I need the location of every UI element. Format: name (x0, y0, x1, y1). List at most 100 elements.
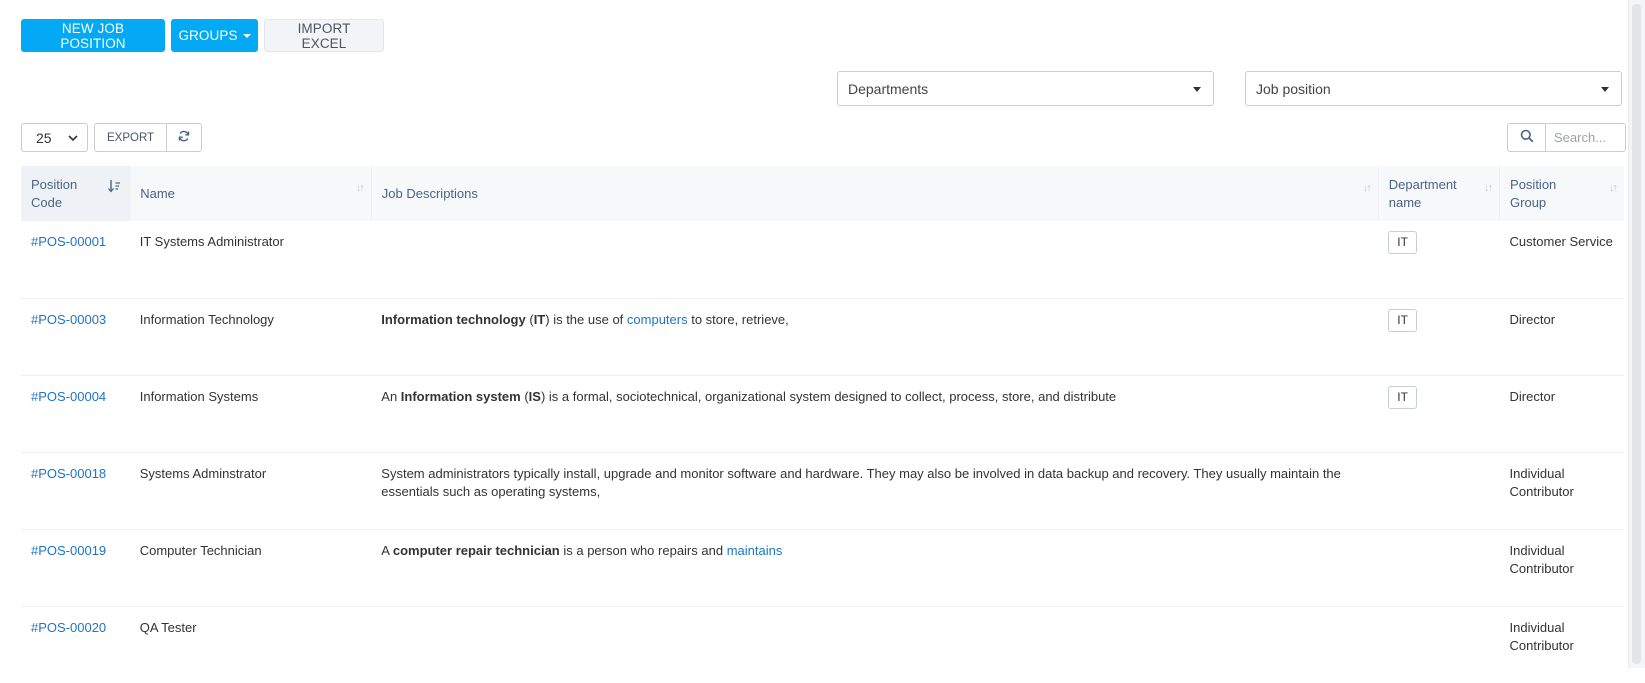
table-row: #POS-00004 Information Systems An Informat… (21, 375, 1624, 452)
position-code-link[interactable]: #POS-00004 (21, 375, 130, 452)
sort-icon: ↓↑ (1484, 182, 1493, 194)
job-description: System administrators typically install,… (371, 452, 1378, 529)
description-link[interactable]: computers (627, 312, 688, 327)
export-button-group: EXPORT (94, 123, 203, 152)
description-text: System administrators typically install,… (381, 465, 1341, 499)
column-header-label: Job Descriptions (381, 185, 478, 201)
groups-dropdown-button[interactable]: GROUPS (171, 19, 258, 52)
department-cell: IT (1378, 298, 1499, 375)
import-excel-button[interactable]: IMPORT EXCEL (264, 19, 384, 52)
page-size-value: 25 (36, 129, 52, 146)
job-description: Information technology (IT) is the use o… (371, 298, 1378, 375)
groups-label: GROUPS (178, 28, 238, 43)
department-cell (1378, 452, 1499, 529)
description-bold-text: computer repair technician (392, 542, 560, 558)
scrollbar-thumb[interactable] (1632, 4, 1641, 664)
department-badge: IT (1388, 308, 1417, 332)
description-text: is a person who repairs and (559, 542, 727, 558)
position-code-link[interactable]: #POS-00019 (21, 529, 130, 606)
department-badge: IT (1388, 385, 1417, 409)
caret-down-icon (242, 33, 251, 38)
description-text: An (381, 388, 401, 404)
export-label: EXPORT (107, 131, 155, 144)
column-header-job-descriptions[interactable]: Job Descriptions ↓↑ (371, 166, 1379, 221)
departments-select-label: Departments (848, 80, 929, 97)
position-group: Director (1509, 388, 1556, 404)
job-description (371, 606, 1378, 683)
page-scrollbar[interactable] (1628, 0, 1645, 668)
refresh-button[interactable] (167, 123, 203, 152)
column-header-label: Position Group (1510, 176, 1557, 210)
column-header-department-name[interactable]: Department name ↓↑ (1378, 166, 1501, 221)
chevron-down-icon (68, 133, 78, 146)
position-code-link[interactable]: #POS-00018 (21, 452, 130, 529)
top-actions: NEW JOB POSITION GROUPS IMPORT EXCEL (21, 19, 384, 52)
sort-ascending-icon (108, 179, 121, 199)
description-bold-text: IT (533, 311, 546, 327)
table-controls: 25 EXPORT (21, 123, 203, 152)
table-row: #POS-00018 Systems Adminstrator System adm… (21, 452, 1624, 529)
description-text: to store, retrieve, (687, 311, 789, 327)
job-description (371, 221, 1378, 298)
table-row: #POS-00001 IT Systems Administrator IT Cust… (21, 221, 1624, 298)
description-text: ) is a formal, sociotechnical, organizat… (540, 388, 1117, 404)
sort-icon: ↓↑ (355, 182, 365, 194)
position-name: Computer Technician (139, 542, 262, 558)
position-group: Individual Contributor (1509, 619, 1574, 653)
search-icon-button[interactable] (1507, 123, 1546, 152)
column-header-label: Name (140, 185, 175, 201)
job-position-select-label: Job position (1256, 80, 1331, 97)
table-header-row: Position Code Name ↓↑ Job Descriptions ↓… (21, 166, 1624, 221)
department-cell (1378, 529, 1499, 606)
table-row: #POS-00020 QA Tester Individual Contributo… (21, 606, 1624, 683)
caret-down-icon (1601, 87, 1609, 92)
department-badge: IT (1388, 231, 1417, 254)
description-bold-text: IS (528, 388, 541, 404)
column-header-label: Position Code (31, 176, 78, 210)
position-code-link[interactable]: #POS-00020 (21, 606, 130, 683)
position-name: Information Systems (139, 388, 259, 404)
position-group: Individual Contributor (1509, 542, 1574, 576)
department-cell (1378, 606, 1499, 683)
caret-down-icon (1193, 87, 1201, 92)
sort-icon: ↓↑ (1609, 182, 1618, 194)
description-text: ) is the use of (545, 311, 627, 327)
job-description: An Information system (IS) is a formal, … (371, 375, 1378, 452)
new-job-position-label: NEW JOB POSITION (60, 20, 126, 51)
position-name: IT Systems Administrator (139, 234, 284, 249)
job-description: A computer repair technician is a person… (371, 529, 1378, 606)
position-name: QA Tester (139, 619, 197, 635)
new-job-position-button[interactable]: NEW JOB POSITION (21, 19, 165, 52)
job-positions-table: Position Code Name ↓↑ Job Descriptions ↓… (21, 166, 1624, 683)
column-header-position-code[interactable]: Position Code (21, 166, 131, 221)
departments-select[interactable]: Departments (837, 71, 1214, 106)
export-button[interactable]: EXPORT (94, 123, 168, 152)
table-search (1507, 123, 1626, 152)
search-input[interactable] (1546, 123, 1626, 152)
department-cell: IT (1378, 221, 1499, 298)
description-bold-text: Information technology (381, 311, 526, 327)
search-icon (1520, 129, 1534, 146)
description-link[interactable]: maintains (727, 543, 783, 558)
job-position-select[interactable]: Job position (1245, 71, 1622, 106)
position-group: Individual Contributor (1509, 465, 1574, 499)
column-header-name[interactable]: Name ↓↑ (129, 166, 372, 221)
column-header-label: Department name (1388, 176, 1457, 210)
description-bold-text: Information system (400, 388, 521, 404)
table-row: #POS-00019 Computer Technician A computer … (21, 529, 1624, 606)
description-text: ( (520, 388, 529, 404)
sort-icon: ↓↑ (1362, 182, 1372, 194)
department-cell: IT (1378, 375, 1499, 452)
position-group: Director (1509, 311, 1556, 327)
description-text: ( (525, 311, 534, 327)
position-group: Customer Service (1509, 234, 1613, 249)
column-header-position-group[interactable]: Position Group ↓↑ (1500, 166, 1624, 221)
import-excel-label: IMPORT EXCEL (297, 20, 351, 51)
position-name: Information Technology (139, 311, 274, 327)
description-text: A (381, 542, 393, 558)
table-row: #POS-00003 Information Technology Informat… (21, 298, 1624, 375)
refresh-icon (178, 130, 190, 145)
page-size-select[interactable]: 25 (21, 123, 88, 152)
position-code-link[interactable]: #POS-00001 (21, 221, 130, 298)
position-code-link[interactable]: #POS-00003 (21, 298, 130, 375)
